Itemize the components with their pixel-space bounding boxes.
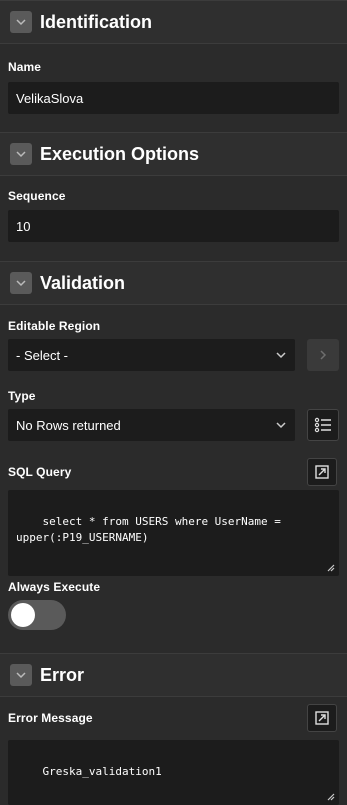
list-icon: [314, 417, 331, 433]
chevron-down-icon[interactable]: [10, 664, 32, 686]
sql-query-text: select * from USERS where UserName = upp…: [16, 515, 281, 544]
resize-handle-icon[interactable]: [327, 793, 335, 801]
validation-section-header[interactable]: Validation: [0, 261, 347, 305]
error-message-label: Error Message: [8, 711, 93, 725]
list-options-button[interactable]: [307, 409, 339, 441]
go-to-region-button[interactable]: [307, 339, 339, 371]
chevron-down-icon: [276, 422, 286, 429]
identification-section-header[interactable]: Identification: [0, 0, 347, 44]
execution-title: Execution Options: [40, 143, 200, 164]
type-select[interactable]: No Rows returned: [8, 409, 295, 441]
identification-title: Identification: [40, 11, 152, 32]
error-message-text: Greska_validation1: [42, 765, 162, 778]
expand-icon: [315, 465, 329, 479]
expand-sql-query-button[interactable]: [307, 458, 337, 486]
chevron-right-icon: [320, 350, 327, 360]
type-value: No Rows returned: [16, 417, 121, 433]
editable-region-value: - Select -: [16, 347, 69, 363]
name-label: Name: [8, 60, 42, 74]
toggle-knob: [11, 603, 35, 627]
always-execute-label: Always Execute: [8, 580, 101, 594]
name-field[interactable]: VelikaSlova: [8, 82, 339, 114]
error-section-header[interactable]: Error: [0, 653, 347, 697]
error-message-editor[interactable]: Greska_validation1: [8, 740, 339, 805]
error-title: Error: [40, 664, 85, 685]
chevron-down-icon[interactable]: [10, 272, 32, 294]
sequence-label: Sequence: [8, 189, 66, 203]
chevron-down-icon: [276, 352, 286, 359]
expand-icon: [315, 711, 329, 725]
sql-query-editor[interactable]: select * from USERS where UserName = upp…: [8, 490, 339, 576]
sequence-field[interactable]: 10: [8, 210, 339, 242]
chevron-down-icon[interactable]: [10, 11, 32, 33]
type-label: Type: [8, 389, 36, 403]
sql-query-label: SQL Query: [8, 465, 72, 479]
validation-title: Validation: [40, 272, 126, 293]
resize-handle-icon[interactable]: [327, 564, 335, 572]
execution-section-header[interactable]: Execution Options: [0, 132, 347, 176]
editable-region-label: Editable Region: [8, 319, 101, 333]
expand-error-message-button[interactable]: [307, 704, 337, 732]
editable-region-select[interactable]: - Select -: [8, 339, 295, 371]
always-execute-toggle[interactable]: [8, 600, 66, 630]
chevron-down-icon[interactable]: [10, 143, 32, 165]
